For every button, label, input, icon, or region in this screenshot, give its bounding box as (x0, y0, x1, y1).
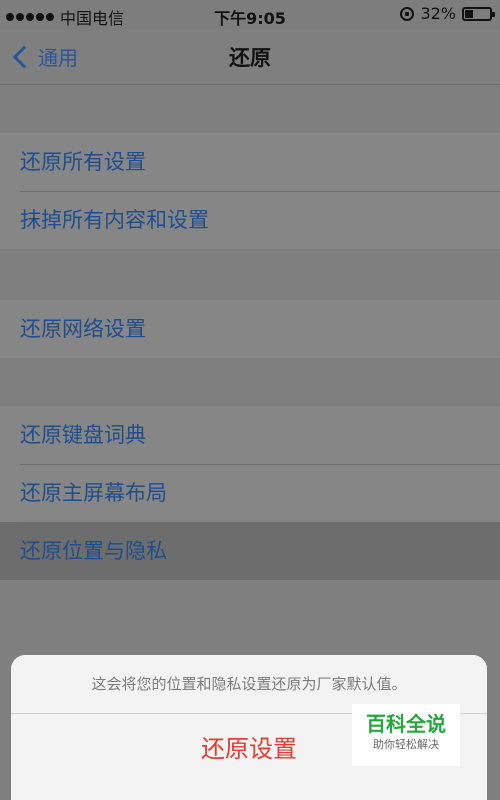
settings-group-1: 还原所有设置 抹掉所有内容和设置 (0, 133, 500, 249)
navigation-bar: 通用 还原 (0, 30, 500, 85)
watermark-logo: 百科全说 助你轻松解决 (352, 704, 460, 766)
reset-keyboard-dictionary[interactable]: 还原键盘词典 (0, 406, 500, 464)
watermark-subtitle: 助你轻松解决 (373, 738, 439, 751)
rotation-lock-icon (400, 6, 415, 21)
watermark-title: 百科全说 (366, 712, 446, 736)
settings-group-3: 还原键盘词典 还原主屏幕布局 还原位置与隐私 (0, 406, 500, 580)
page-title: 还原 (229, 46, 271, 70)
status-bar: 中国电信 下午9:05 32% (0, 0, 500, 30)
reset-all-settings[interactable]: 还原所有设置 (0, 133, 500, 191)
reset-network-settings[interactable]: 还原网络设置 (0, 300, 500, 358)
settings-group-2: 还原网络设置 (0, 300, 500, 358)
reset-home-screen-layout[interactable]: 还原主屏幕布局 (0, 464, 500, 522)
battery-percent: 32% (420, 4, 456, 23)
battery-icon (462, 6, 495, 21)
status-right: 32% (400, 4, 495, 23)
reset-location-and-privacy[interactable]: 还原位置与隐私 (0, 522, 500, 580)
erase-all-content-and-settings[interactable]: 抹掉所有内容和设置 (0, 191, 500, 249)
